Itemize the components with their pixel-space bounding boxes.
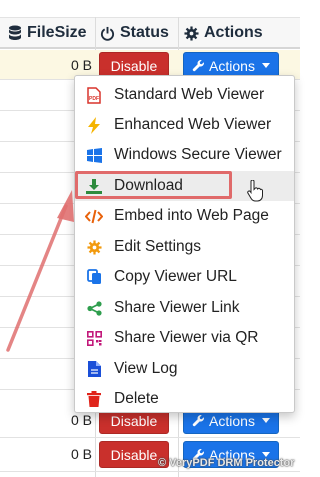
database-icon (9, 25, 21, 40)
wrench-icon (192, 60, 204, 72)
menu-item-label: Enhanced Web Viewer (114, 116, 272, 133)
header-filesize-label: FileSize (27, 24, 87, 41)
menu-item-label: Embed into Web Page (114, 207, 269, 224)
menu-item-label: Share Viewer via QR (114, 329, 259, 346)
menu-item-label: Share Viewer Link (114, 299, 240, 316)
windows-icon (85, 146, 103, 164)
header-status-label: Status (120, 24, 169, 41)
header-filesize[interactable]: FileSize (8, 18, 87, 48)
menu-item-label: View Log (114, 360, 178, 377)
filesize-cell: 0 B (70, 57, 92, 73)
page-margin (300, 0, 320, 477)
header-status[interactable]: Status (100, 18, 169, 48)
menu-item-view-log[interactable]: View Log (75, 354, 294, 384)
menu-item-label: Copy Viewer URL (114, 268, 237, 285)
menu-item-share-viewer-link[interactable]: Share Viewer Link (75, 293, 294, 323)
download-highlight-box (75, 171, 232, 199)
filesize-cell: 0 B (70, 446, 92, 462)
actions-dropdown-menu: PDF Standard Web Viewer Enhanced Web Vie… (74, 75, 295, 413)
header-actions-label: Actions (204, 24, 263, 41)
menu-item-standard-web-viewer[interactable]: PDF Standard Web Viewer (75, 80, 294, 110)
menu-item-share-viewer-via-qr[interactable]: Share Viewer via QR (75, 323, 294, 353)
gear-icon (85, 238, 103, 256)
filesize-cell: 0 B (70, 412, 92, 428)
code-icon (85, 207, 103, 225)
menu-item-embed-into-web-page[interactable]: Embed into Web Page (75, 201, 294, 231)
caret-down-icon (261, 418, 270, 423)
share-icon (85, 299, 103, 317)
copy-icon (85, 268, 103, 286)
gear-icon (184, 25, 199, 41)
qr-code-icon (85, 329, 103, 347)
menu-item-label: Windows Secure Viewer (114, 146, 282, 163)
wrench-icon (192, 415, 204, 427)
caret-down-icon (261, 63, 270, 68)
power-icon (100, 26, 115, 41)
table-header: FileSize Status Actions (0, 17, 300, 49)
menu-item-label: Edit Settings (114, 238, 202, 255)
svg-text:PDF: PDF (89, 96, 99, 102)
watermark: © VeryPDF DRM Protector (158, 457, 295, 469)
actions-label: Actions (209, 57, 255, 74)
menu-item-label: Delete (114, 390, 159, 407)
hand-cursor-icon (247, 180, 263, 202)
actions-label: Actions (209, 412, 255, 429)
menu-item-windows-secure-viewer[interactable]: Windows Secure Viewer (75, 140, 294, 170)
menu-item-copy-viewer-url[interactable]: Copy Viewer URL (75, 262, 294, 292)
trash-icon (85, 390, 103, 408)
menu-item-edit-settings[interactable]: Edit Settings (75, 232, 294, 262)
menu-item-enhanced-web-viewer[interactable]: Enhanced Web Viewer (75, 110, 294, 140)
pdf-file-icon: PDF (85, 86, 103, 104)
lightning-icon (85, 116, 103, 134)
menu-item-label: Standard Web Viewer (114, 86, 265, 103)
header-actions[interactable]: Actions (184, 18, 263, 48)
document-icon (85, 360, 103, 378)
menu-item-delete[interactable]: Delete (75, 384, 294, 414)
